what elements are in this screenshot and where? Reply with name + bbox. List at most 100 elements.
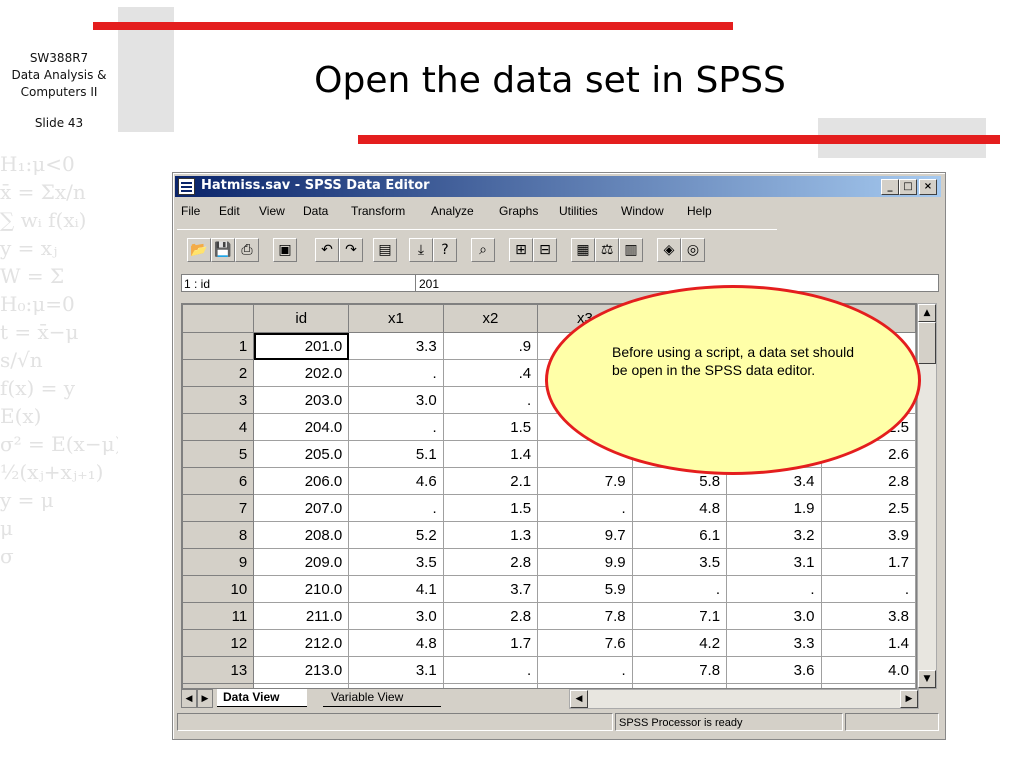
menu-data[interactable]: Data: [303, 204, 328, 218]
menu-analyze[interactable]: Analyze: [431, 204, 474, 218]
dialog-recall-icon[interactable]: ▣: [273, 238, 297, 262]
table-cell[interactable]: 1.7: [820, 548, 916, 576]
menu-window[interactable]: Window: [621, 204, 664, 218]
table-cell[interactable]: 202.0: [253, 359, 350, 387]
table-cell[interactable]: 7.1: [631, 602, 728, 630]
table-cell[interactable]: 6.1: [631, 521, 728, 549]
find-icon[interactable]: ⌕: [471, 238, 495, 262]
table-cell[interactable]: 201.0: [253, 332, 350, 360]
table-cell[interactable]: 3.0: [348, 386, 444, 414]
row-number[interactable]: 5: [182, 440, 255, 468]
table-cell[interactable]: 1.3: [442, 521, 539, 549]
table-cell[interactable]: 210.0: [253, 575, 350, 603]
table-cell[interactable]: 208.0: [253, 521, 350, 549]
column-header-x2[interactable]: x2: [442, 304, 539, 333]
menu-view[interactable]: View: [259, 204, 285, 218]
minimize-icon[interactable]: _: [881, 179, 899, 195]
table-cell[interactable]: .: [537, 656, 633, 684]
select-cases-icon[interactable]: ▥: [619, 238, 643, 262]
table-cell[interactable]: 1.5: [442, 413, 539, 441]
table-cell[interactable]: 1.4: [442, 440, 539, 468]
table-cell[interactable]: 5.1: [348, 440, 444, 468]
scroll-down-icon[interactable]: ▼: [918, 670, 936, 688]
table-cell[interactable]: 4.6: [348, 467, 444, 495]
goto-case-icon[interactable]: ⤓: [409, 238, 433, 262]
close-icon[interactable]: ×: [919, 179, 937, 195]
table-cell[interactable]: .: [631, 575, 728, 603]
scroll-left-icon[interactable]: ◀: [570, 690, 588, 708]
row-number[interactable]: 4: [182, 413, 255, 441]
table-cell[interactable]: 212.0: [253, 629, 350, 657]
table-cell[interactable]: 3.5: [631, 548, 728, 576]
title-bar[interactable]: Hatmiss.sav - SPSS Data Editor _ □ ×: [175, 176, 941, 197]
row-number[interactable]: 10: [182, 575, 255, 603]
table-cell[interactable]: 213.0: [253, 656, 350, 684]
table-cell[interactable]: 1.5: [442, 494, 539, 522]
save-icon[interactable]: 💾: [211, 238, 235, 262]
table-cell[interactable]: 3.3: [348, 332, 444, 360]
row-number[interactable]: 3: [182, 386, 255, 414]
scroll-up-icon[interactable]: ▲: [918, 304, 936, 322]
table-cell[interactable]: .: [442, 656, 539, 684]
menu-graphs[interactable]: Graphs: [499, 204, 538, 218]
corner-cell[interactable]: [182, 304, 255, 333]
open-folder-icon[interactable]: 📂: [187, 238, 211, 262]
table-cell[interactable]: 3.1: [348, 656, 444, 684]
table-cell[interactable]: .: [820, 575, 916, 603]
row-number[interactable]: 1: [182, 332, 255, 360]
table-cell[interactable]: 4.8: [348, 629, 444, 657]
table-cell[interactable]: 204.0: [253, 413, 350, 441]
table-cell[interactable]: 205.0: [253, 440, 350, 468]
row-number[interactable]: 11: [182, 602, 255, 630]
insert-case-icon[interactable]: ⊞: [509, 238, 533, 262]
table-cell[interactable]: .4: [442, 359, 539, 387]
menu-edit[interactable]: Edit: [219, 204, 240, 218]
table-cell[interactable]: 7.6: [537, 629, 633, 657]
table-cell[interactable]: 9.9: [537, 548, 633, 576]
table-cell[interactable]: 3.9: [820, 521, 916, 549]
table-cell[interactable]: .: [726, 575, 822, 603]
undo-icon[interactable]: ↶: [315, 238, 339, 262]
table-cell[interactable]: 4.2: [631, 629, 728, 657]
redo-icon[interactable]: ↷: [339, 238, 363, 262]
row-number[interactable]: 6: [182, 467, 255, 495]
table-cell[interactable]: .: [442, 386, 539, 414]
table-cell[interactable]: .: [348, 413, 444, 441]
tab-scroll-left-icon[interactable]: ◀: [181, 689, 197, 708]
column-header-x1[interactable]: x1: [348, 304, 444, 333]
column-header-id[interactable]: id: [253, 304, 350, 333]
row-number[interactable]: 2: [182, 359, 255, 387]
table-cell[interactable]: 1.4: [820, 629, 916, 657]
cell-reference-field[interactable]: 1 : id: [181, 274, 417, 292]
table-cell[interactable]: 1.9: [726, 494, 822, 522]
row-number[interactable]: 13: [182, 656, 255, 684]
table-cell[interactable]: 5.2: [348, 521, 444, 549]
horizontal-scrollbar[interactable]: ◀ ▶: [569, 689, 919, 709]
table-cell[interactable]: 7.8: [537, 602, 633, 630]
table-cell[interactable]: 206.0: [253, 467, 350, 495]
table-cell[interactable]: 7.9: [537, 467, 633, 495]
table-cell[interactable]: 9.7: [537, 521, 633, 549]
table-cell[interactable]: .: [348, 494, 444, 522]
table-cell[interactable]: .: [348, 359, 444, 387]
table-cell[interactable]: 2.1: [442, 467, 539, 495]
table-cell[interactable]: 207.0: [253, 494, 350, 522]
table-cell[interactable]: 5.9: [537, 575, 633, 603]
table-cell[interactable]: 2.5: [820, 494, 916, 522]
table-cell[interactable]: 3.0: [726, 602, 822, 630]
spss-app-icon[interactable]: [178, 178, 195, 195]
maximize-icon[interactable]: □: [899, 179, 917, 195]
weight-cases-icon[interactable]: ⚖: [595, 238, 619, 262]
table-cell[interactable]: 3.1: [726, 548, 822, 576]
row-number[interactable]: 12: [182, 629, 255, 657]
scroll-right-icon[interactable]: ▶: [900, 690, 918, 708]
table-cell[interactable]: .9: [442, 332, 539, 360]
table-cell[interactable]: 1.7: [442, 629, 539, 657]
vertical-scrollbar[interactable]: ▲ ▼: [917, 303, 937, 689]
table-cell[interactable]: 7.8: [631, 656, 728, 684]
menu-file[interactable]: File: [181, 204, 200, 218]
table-cell[interactable]: 4.8: [631, 494, 728, 522]
use-sets-icon[interactable]: ◎: [681, 238, 705, 262]
vertical-scroll-thumb[interactable]: [918, 322, 936, 364]
tab-variable-view[interactable]: Variable View: [323, 689, 441, 707]
